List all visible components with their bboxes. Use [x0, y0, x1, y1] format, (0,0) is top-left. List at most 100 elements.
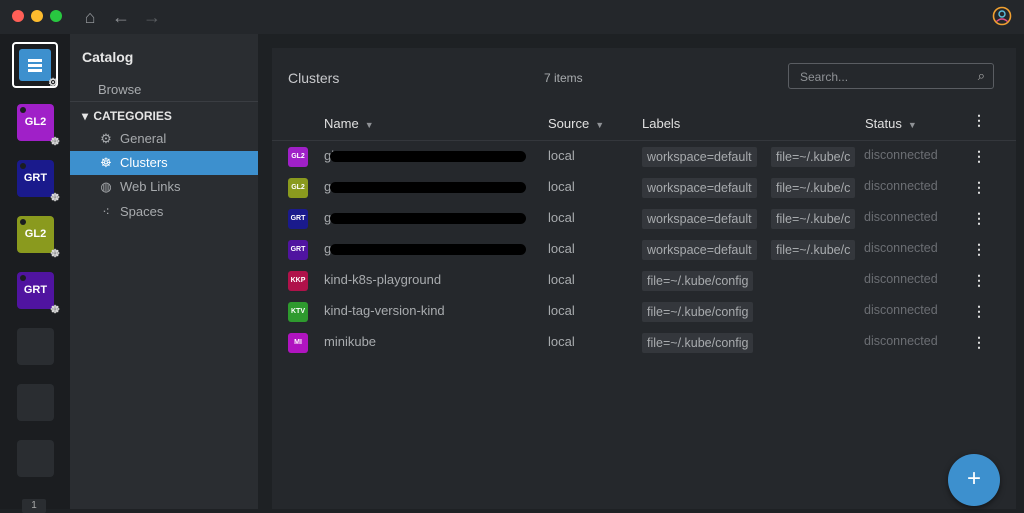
row-menu-icon[interactable]: ⋮	[972, 304, 986, 318]
hotbar-item-label: GL2	[24, 116, 47, 128]
add-cluster-button[interactable]: +	[948, 454, 1000, 506]
status-text: disconnected	[864, 148, 938, 162]
row-menu-icon[interactable]: ⋮	[972, 273, 986, 287]
search-box[interactable]: ⌕	[788, 63, 994, 89]
table-row[interactable]: KTV kind-tag-version-kind local file=~/.kub…	[272, 296, 1016, 327]
categories-label: CATEGORIES	[93, 109, 172, 123]
table-row[interactable]: GL2gllocalworkspace=defaultfile=~/.kube/…	[272, 141, 1016, 172]
column-header-status[interactable]: Status ▼	[865, 116, 917, 131]
avatar: GRT	[288, 209, 308, 229]
status-text: disconnected	[864, 241, 938, 255]
helm-icon: ☸	[50, 136, 60, 148]
cluster-name: minikube	[324, 334, 377, 349]
hotbar-page-indicator[interactable]: 1	[22, 499, 46, 513]
hotbar-item-label: GL2	[24, 228, 47, 240]
table-row[interactable]: GRT g local workspace=default file=~/.kube/c…	[272, 203, 1016, 234]
maximize-window-button[interactable]	[50, 10, 62, 22]
label-chip: file=~/.kube/c	[771, 147, 856, 167]
clusters-panel: Clusters 7 items ⌕ Name▼ Source▼ Labels …	[272, 48, 1016, 509]
table-row[interactable]: KKP kind-k8s-playground local file=~/.kube/…	[272, 265, 1016, 296]
row-menu-icon[interactable]: ⋮	[972, 211, 986, 225]
arrow-right-icon[interactable]: →	[142, 7, 162, 27]
row-menu-icon[interactable]: ⋮	[972, 180, 986, 194]
label-chip: file=~/.kube/config	[642, 302, 754, 322]
minimize-window-button[interactable]	[31, 10, 43, 22]
sort-icon: ▼	[595, 120, 605, 130]
main-content: Clusters 7 items ⌕ Name▼ Source▼ Labels …	[258, 34, 1024, 509]
status-text: disconnected	[864, 272, 938, 286]
avatar: GL2	[288, 178, 308, 198]
sidebar-item-clusters[interactable]: ☸ Clusters	[70, 151, 258, 175]
label-chip: workspace=default	[642, 209, 757, 229]
label-chip: workspace=default	[642, 240, 757, 260]
user-profile-icon[interactable]	[992, 6, 1012, 26]
sidebar-item-label: General	[120, 131, 167, 146]
gear-icon: ⚙	[100, 131, 112, 146]
title-bar: ⌂ ← →	[0, 0, 1024, 34]
status-text: disconnected	[864, 210, 938, 224]
label-chip: file=~/.kube/config	[642, 271, 754, 291]
chevron-down-icon: ▾	[82, 109, 89, 123]
label-chip: file=~/.kube/config	[642, 333, 754, 353]
arrow-left-icon[interactable]: ←	[111, 7, 131, 27]
sidebar-item-general[interactable]: ⚙ General	[70, 127, 258, 151]
status-text: disconnected	[864, 303, 938, 317]
cluster-source: local	[548, 179, 575, 194]
table-row[interactable]: MI minikube local file=~/.kube/config discon…	[272, 327, 1016, 358]
label-chip: file=~/.kube/c	[771, 178, 856, 198]
row-menu-icon[interactable]: ⋮	[972, 242, 986, 256]
redaction-mark	[330, 244, 526, 255]
label-chip: file=~/.kube/c	[771, 240, 856, 260]
sidebar-item-spaces[interactable]: ⁖ Spaces	[70, 200, 258, 224]
column-header-source[interactable]: Source ▼	[548, 116, 604, 131]
label-chip: file=~/.kube/c	[771, 209, 856, 229]
redaction-mark	[330, 151, 526, 162]
status-dot	[20, 163, 26, 169]
table-header: Name ▼ Source ▼ Labels Status ▼ ⋮	[272, 106, 1016, 141]
home-icon[interactable]: ⌂	[80, 7, 100, 27]
sidebar-item-web-links[interactable]: ◍ Web Links	[70, 175, 258, 199]
search-icon[interactable]: ⌕	[978, 68, 985, 84]
cluster-source: local	[548, 303, 575, 318]
hotbar-item-label: GRT	[23, 284, 48, 296]
hotbar-empty-slot[interactable]	[17, 384, 54, 421]
sort-icon: ▼	[364, 120, 374, 130]
hotbar-cluster-item[interactable]: GRT ☸	[17, 160, 60, 204]
table-row[interactable]: GL2 g local workspace=default file=~/.kube/c…	[272, 172, 1016, 203]
hotbar-empty-slot[interactable]	[17, 328, 54, 365]
avatar: KKP	[288, 271, 308, 291]
cluster-source: local	[548, 148, 575, 163]
column-header-name[interactable]: Name ▼	[324, 116, 374, 131]
row-menu-icon[interactable]: ⋮	[972, 149, 986, 163]
hotbar-empty-slot[interactable]	[17, 440, 54, 477]
status-text: disconnected	[864, 179, 938, 193]
redaction-mark	[330, 182, 526, 193]
column-menu-icon[interactable]: ⋮	[972, 113, 986, 127]
hotbar-cluster-item[interactable]: GL2 ☸	[17, 104, 60, 148]
gear-icon: ⚙	[48, 77, 58, 89]
avatar: GRT	[288, 240, 308, 260]
cluster-source: local	[548, 210, 575, 225]
dots-icon: ⁖	[102, 204, 110, 219]
cluster-source: local	[548, 272, 575, 287]
hotbar-cluster-item[interactable]: GL2 ☸	[17, 216, 60, 260]
sidebar-divider	[70, 101, 258, 102]
column-header-labels[interactable]: Labels	[642, 116, 680, 131]
hotbar-catalog-item[interactable]: ⚙	[12, 42, 58, 89]
cluster-source: local	[548, 241, 575, 256]
hotbar-item-label: GRT	[23, 172, 48, 184]
row-menu-icon[interactable]: ⋮	[972, 335, 986, 349]
hotbar-cluster-item[interactable]: GRT ☸	[17, 272, 60, 316]
sidebar-item-label: Clusters	[120, 155, 168, 170]
helm-icon: ☸	[100, 155, 112, 170]
sidebar-categories-header[interactable]: ▾ CATEGORIES	[82, 109, 172, 123]
sidebar-item-browse[interactable]: Browse	[98, 82, 141, 97]
avatar: GL2	[288, 147, 308, 167]
close-window-button[interactable]	[12, 10, 24, 22]
helm-icon: ☸	[50, 248, 60, 260]
search-input[interactable]	[798, 67, 972, 87]
label-chip: workspace=default	[642, 178, 757, 198]
table-row[interactable]: GRT g local workspace=default file=~/.kube/c…	[272, 234, 1016, 265]
globe-icon: ◍	[100, 179, 112, 194]
status-text: disconnected	[864, 334, 938, 348]
